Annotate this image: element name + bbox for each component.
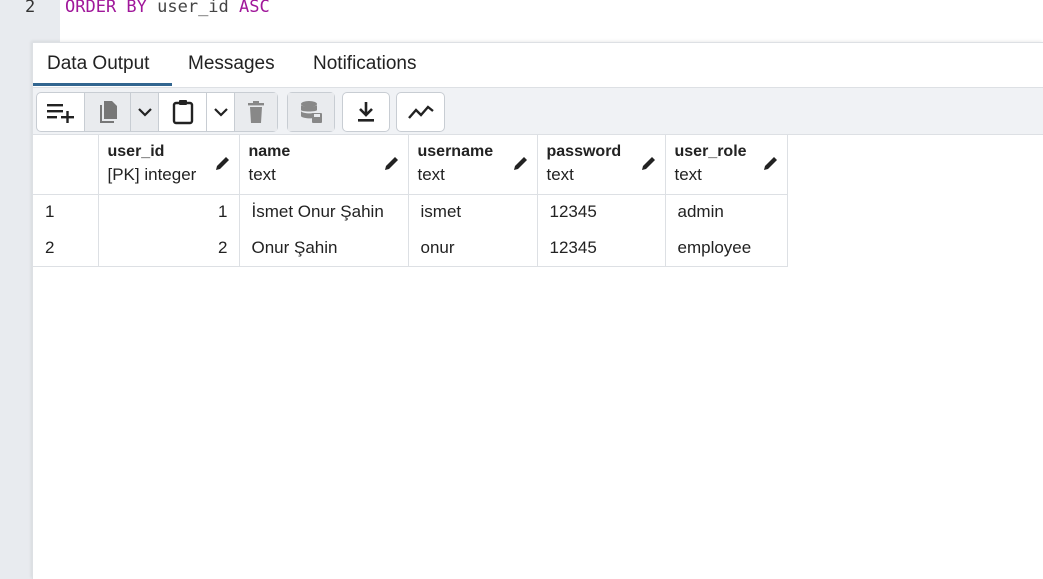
column-header-name[interactable]: name text (239, 135, 409, 195)
chevron-down-icon (213, 108, 228, 117)
row-number[interactable]: 2 (33, 230, 99, 267)
delete-button[interactable] (235, 93, 277, 131)
cell-password[interactable]: 12345 (537, 230, 666, 267)
add-row-icon (46, 104, 74, 123)
pencil-icon[interactable] (763, 155, 779, 171)
header-row: user_id [PK] integer name text username … (33, 135, 788, 195)
save-data-button[interactable] (288, 93, 334, 131)
paste-icon (172, 100, 193, 125)
results-panel: Data Output Messages Notifications user_… (32, 42, 1043, 579)
pencil-icon[interactable] (215, 155, 231, 171)
cell-user-role[interactable]: employee (665, 230, 788, 267)
add-row-button[interactable] (37, 93, 85, 131)
column-header-username[interactable]: username text (408, 135, 538, 195)
cell-user-id[interactable]: 1 (98, 194, 240, 230)
results-tabs: Data Output Messages Notifications (33, 43, 1043, 87)
table-row[interactable]: 1 1 İsmet Onur Şahin ismet 12345 admin (33, 194, 788, 230)
tab-data-output[interactable]: Data Output (47, 53, 149, 75)
chevron-down-icon (137, 108, 152, 117)
graph-icon (407, 105, 434, 119)
pencil-icon[interactable] (384, 155, 400, 171)
column-name: username (417, 143, 494, 160)
cell-name[interactable]: Onur Şahin (239, 230, 409, 267)
graph-group (396, 92, 445, 132)
delete-icon (248, 101, 264, 123)
cell-user-role[interactable]: admin (665, 194, 788, 230)
column-type: text (417, 165, 445, 184)
active-tab-indicator (33, 83, 172, 86)
tab-messages[interactable]: Messages (188, 53, 275, 75)
cell-username[interactable]: onur (408, 230, 538, 267)
column-name: name (248, 143, 291, 160)
column-type: [PK] integer (107, 165, 197, 184)
column-type: text (248, 165, 276, 184)
copy-icon (99, 101, 117, 123)
download-button[interactable] (343, 93, 389, 131)
paste-options-dropdown[interactable] (207, 93, 235, 131)
cell-username[interactable]: ismet (408, 194, 538, 230)
copy-options-dropdown[interactable] (131, 93, 159, 131)
column-header-password[interactable]: password text (537, 135, 666, 195)
column-header-user-role[interactable]: user_role text (665, 135, 788, 195)
results-toolbar (33, 87, 1043, 135)
edit-button-group (36, 92, 278, 132)
column-name: user_id (107, 143, 165, 160)
keyword-asc: ASC (239, 0, 270, 17)
cell-user-id[interactable]: 2 (98, 230, 240, 267)
row-number-header (33, 135, 99, 195)
cell-password[interactable]: 12345 (537, 194, 666, 230)
table-row[interactable]: 2 2 Onur Şahin onur 12345 employee (33, 230, 788, 267)
pencil-icon[interactable] (513, 155, 529, 171)
download-group (342, 92, 390, 132)
save-data-group (287, 92, 335, 132)
pencil-icon[interactable] (641, 155, 657, 171)
identifier: user_id (146, 0, 240, 17)
data-grid: user_id [PK] integer name text username … (33, 135, 788, 267)
save-data-icon (301, 101, 322, 123)
download-icon (358, 102, 374, 122)
graph-visualiser-button[interactable] (397, 93, 444, 131)
column-type: text (546, 165, 574, 184)
row-number[interactable]: 1 (33, 194, 99, 230)
tab-notifications[interactable]: Notifications (313, 53, 417, 75)
column-name: password (546, 143, 622, 160)
keyword-order-by: ORDER BY (65, 0, 147, 17)
line-number: 2 (25, 0, 36, 17)
paste-button[interactable] (159, 93, 207, 131)
sql-editor[interactable]: 2 ORDER BY user_id ASC (0, 0, 1043, 42)
column-header-user-id[interactable]: user_id [PK] integer (98, 135, 240, 195)
cell-name[interactable]: İsmet Onur Şahin (239, 194, 409, 230)
code-line[interactable]: ORDER BY user_id ASC (65, 0, 270, 17)
copy-button[interactable] (85, 93, 131, 131)
